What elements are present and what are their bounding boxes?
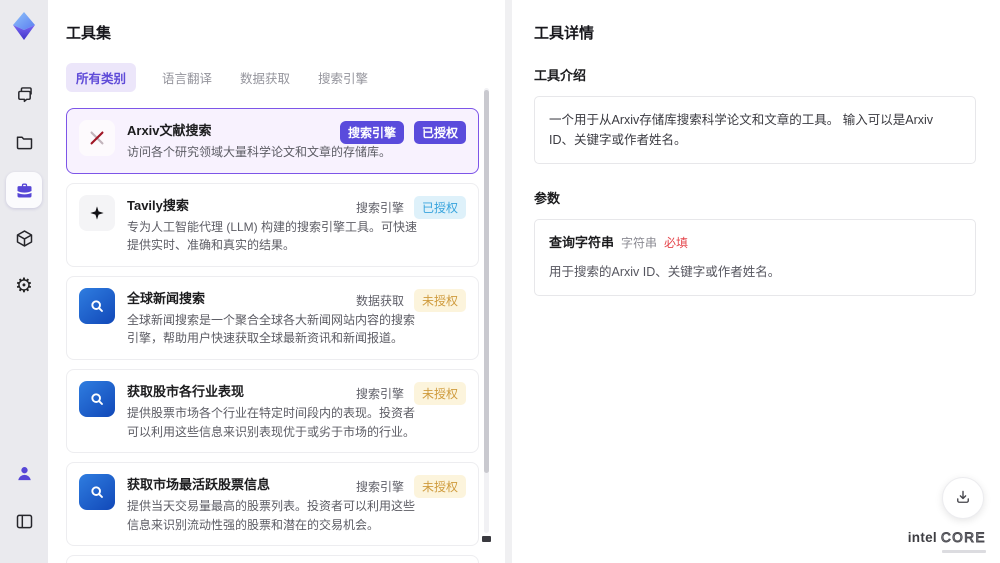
core-brand-text: core bbox=[940, 530, 986, 545]
cube-icon bbox=[14, 228, 35, 249]
sidebar-item-panel-toggle[interactable] bbox=[6, 503, 42, 539]
category-tabs: 所有类别 语言翻译 数据获取 搜索引擎 bbox=[66, 63, 479, 92]
intel-core-logo: intel core bbox=[908, 530, 986, 553]
tool-list: Arxiv文献搜索 访问各个研究领域大量科学论文和文章的存储库。 搜索引擎 已授… bbox=[66, 108, 479, 563]
tool-description: 提供当天交易量最高的股票列表。投资者可以利用这些信息来识别流动性强的股票和潜在的… bbox=[127, 499, 416, 532]
tool-status-badge: 未授权 bbox=[413, 381, 466, 405]
app-window: ⚙ 工具集 所有类别 语言翻译 数据获取 搜索引擎 Arxiv文献搜索 访问各个… bbox=[0, 0, 1000, 563]
blue-search-icon bbox=[79, 474, 115, 511]
tool-description: 提供股票市场各个行业在特定时间段内的表现。投资者可以利用这些信息来识别表现优于或… bbox=[127, 405, 416, 439]
tab-category-0[interactable]: 所有类别 bbox=[66, 63, 137, 92]
download-button[interactable] bbox=[942, 477, 984, 519]
tool-status-badge: 已授权 bbox=[413, 121, 466, 144]
tool-category-badge: 数据获取 bbox=[355, 293, 404, 308]
tool-status-badge: 未授权 bbox=[413, 475, 466, 499]
list-scrollbar[interactable] bbox=[484, 88, 489, 533]
tool-detail-panel: 工具详情 工具介绍 一个用于从Arxiv存储库搜索科学论文和文章的工具。 输入可… bbox=[512, 0, 1000, 563]
tool-status-badge: 已授权 bbox=[413, 195, 466, 219]
tool-list-item[interactable]: Arxiv文献搜索 访问各个研究领域大量科学论文和文章的存储库。 搜索引擎 已授… bbox=[66, 108, 479, 174]
panel-toggle-icon bbox=[14, 511, 35, 532]
tool-category-badge: 搜索引擎 bbox=[339, 121, 404, 144]
tab-category-3[interactable]: 搜索引擎 bbox=[316, 63, 370, 92]
param-description: 用于搜索的Arxiv ID、关键字或作者姓名。 bbox=[549, 264, 781, 279]
tool-description: 全球新闻搜索是一个聚合全球各大新闻网站内容的搜索引擎，帮助用户快速获取全球最新资… bbox=[127, 312, 416, 346]
panel-divider bbox=[505, 0, 512, 563]
toolbox-icon bbox=[14, 180, 35, 201]
sidebar-item-files[interactable] bbox=[6, 124, 42, 160]
tool-intro-text: 一个用于从Arxiv存储库搜索科学论文和文章的工具。 输入可以是Arxiv ID… bbox=[534, 96, 976, 164]
user-icon bbox=[14, 463, 35, 484]
param-name: 查询字符串 bbox=[549, 235, 615, 250]
intel-brand-text: intel bbox=[907, 530, 937, 545]
gear-icon: ⚙ bbox=[15, 275, 33, 297]
tools-list-panel: 工具集 所有类别 语言翻译 数据获取 搜索引擎 Arxiv文献搜索 访问各个研究领域大… bbox=[48, 0, 505, 563]
sidebar-item-models[interactable] bbox=[6, 220, 42, 256]
intro-heading: 工具介绍 bbox=[534, 68, 587, 83]
app-sidebar: ⚙ bbox=[0, 0, 48, 563]
tavily-icon bbox=[79, 194, 115, 231]
sidebar-item-settings[interactable]: ⚙ bbox=[6, 268, 42, 304]
tool-list-item[interactable]: 全球新闻搜索 全球新闻搜索是一个聚合全球各大新闻网站内容的搜索引擎，帮助用户快速… bbox=[66, 275, 479, 360]
param-type: 字符串 bbox=[621, 236, 658, 250]
blue-search-icon bbox=[79, 380, 115, 417]
blue-search-icon bbox=[79, 287, 115, 324]
app-logo-icon[interactable] bbox=[8, 10, 40, 42]
detail-title: 工具详情 bbox=[534, 25, 595, 42]
tab-category-2[interactable]: 数据获取 bbox=[238, 63, 292, 92]
chat-icon bbox=[14, 84, 35, 105]
param-card: 查询字符串 字符串 必填 用于搜索的Arxiv ID、关键字或作者姓名。 bbox=[534, 219, 976, 296]
tool-description: 访问各个研究领域大量科学论文和文章的存储库。 bbox=[127, 145, 392, 159]
tab-category-1[interactable]: 语言翻译 bbox=[160, 63, 214, 92]
tool-list-item[interactable]: Tavily搜索 专为人工智能代理 (LLM) 构建的搜索引擎工具。可快速提供实… bbox=[66, 182, 479, 267]
folder-icon bbox=[14, 132, 35, 153]
params-heading: 参数 bbox=[534, 191, 561, 206]
tool-category-badge: 搜索引擎 bbox=[355, 200, 404, 215]
sidebar-item-tools[interactable] bbox=[6, 172, 42, 208]
download-icon bbox=[954, 488, 972, 509]
tool-list-item[interactable]: 万维地区新闻查询 查询具体行政区划内的新闻，快速了解各地新闻动 搜索引擎 未授权 bbox=[66, 555, 479, 563]
tool-list-item[interactable]: 获取股市各行业表现 提供股票市场各个行业在特定时间段内的表现。投资者可以利用这些… bbox=[66, 368, 479, 454]
scrollbar-thumb[interactable] bbox=[484, 90, 489, 473]
tool-category-badge: 搜索引擎 bbox=[355, 480, 404, 495]
sidebar-item-chat[interactable] bbox=[6, 76, 42, 112]
arxiv-icon bbox=[79, 120, 115, 156]
sidebar-item-profile[interactable] bbox=[6, 455, 42, 491]
tool-status-badge: 未授权 bbox=[413, 288, 466, 312]
page-title: 工具集 bbox=[66, 25, 112, 42]
param-required-badge: 必填 bbox=[664, 236, 689, 250]
tool-list-item[interactable]: 获取市场最活跃股票信息 提供当天交易量最高的股票列表。投资者可以利用这些信息来识… bbox=[66, 462, 479, 547]
scrollbar-end-marker[interactable] bbox=[482, 536, 491, 542]
tool-category-badge: 搜索引擎 bbox=[355, 386, 404, 401]
intel-logo-underline bbox=[942, 550, 986, 553]
tool-description: 专为人工智能代理 (LLM) 构建的搜索引擎工具。可快速提供实时、准确和真实的结… bbox=[127, 219, 418, 253]
